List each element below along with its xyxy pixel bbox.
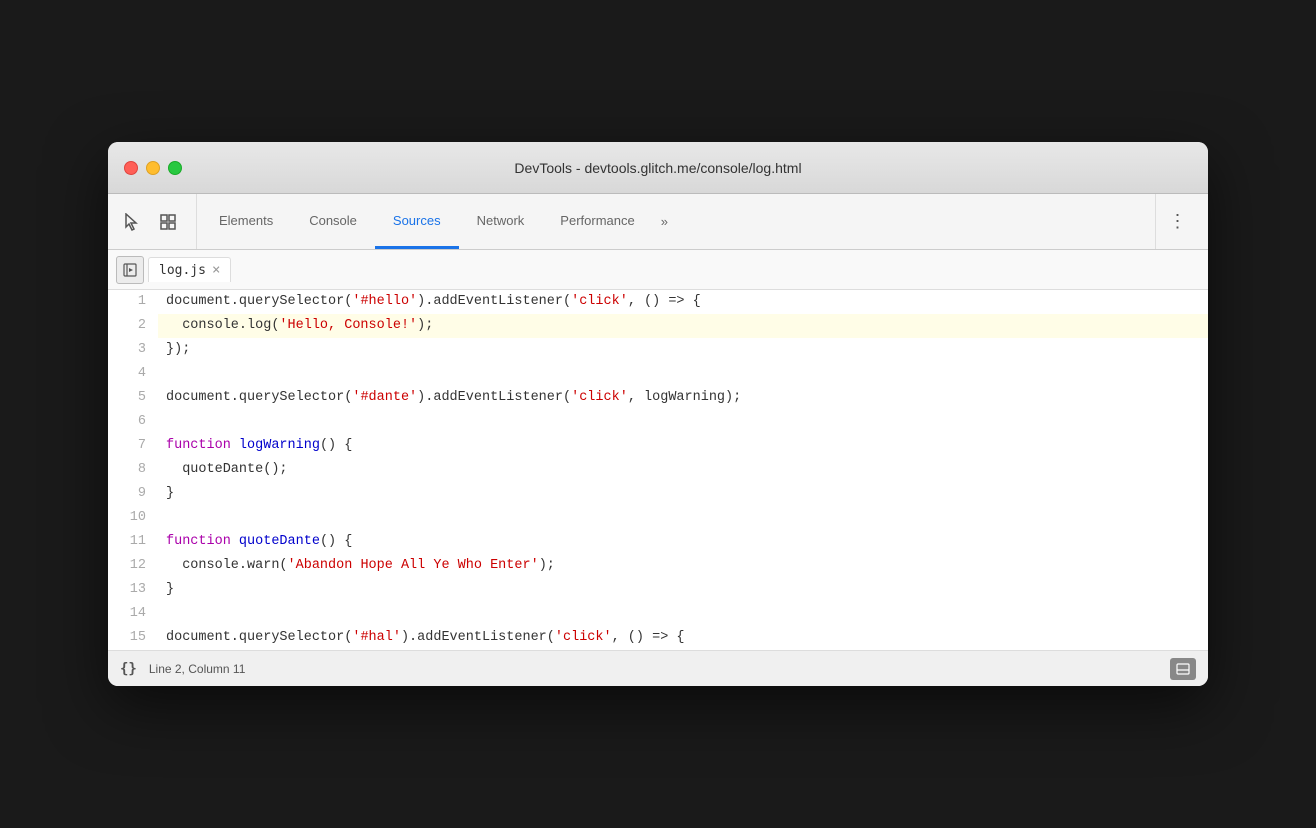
cursor-icon-button[interactable] <box>116 206 148 238</box>
code-line-15: document.querySelector('#hal').addEventL… <box>158 626 1208 650</box>
format-button[interactable]: {} <box>120 661 137 677</box>
code-line-12: console.warn('Abandon Hope All Ye Who En… <box>158 554 1208 578</box>
line-num-10: 10 <box>124 506 146 530</box>
layers-icon <box>159 213 177 231</box>
line-num-14: 14 <box>124 602 146 626</box>
tab-console[interactable]: Console <box>291 194 375 249</box>
line-num-8: 8 <box>124 458 146 482</box>
code-line-10 <box>158 506 1208 530</box>
tab-network[interactable]: Network <box>459 194 543 249</box>
line-num-15: 15 <box>124 626 146 650</box>
line-num-7: 7 <box>124 434 146 458</box>
cursor-position: Line 2, Column 11 <box>149 662 246 676</box>
code-area[interactable]: 1 2 3 4 5 6 7 8 9 10 11 12 13 14 15 do <box>108 290 1208 650</box>
line-num-3: 3 <box>124 338 146 362</box>
tab-more[interactable]: » <box>653 194 676 249</box>
code-lines: document.querySelector('#hello').addEven… <box>158 290 1208 650</box>
code-line-3: }); <box>158 338 1208 362</box>
more-options-button[interactable]: ⋮ <box>1164 208 1192 236</box>
line-num-5: 5 <box>124 386 146 410</box>
toolbar-end: ⋮ <box>1155 194 1200 249</box>
line-num-4: 4 <box>124 362 146 386</box>
code-line-7: function logWarning() { <box>158 434 1208 458</box>
minimize-button[interactable] <box>146 161 160 175</box>
tabs: Elements Console Sources Network Perform… <box>201 194 1151 249</box>
line-numbers: 1 2 3 4 5 6 7 8 9 10 11 12 13 14 15 <box>108 290 158 650</box>
status-bar: {} Line 2, Column 11 <box>108 650 1208 686</box>
sidebar-toggle-button[interactable] <box>116 256 144 284</box>
code-container: 1 2 3 4 5 6 7 8 9 10 11 12 13 14 15 do <box>108 290 1208 650</box>
drawer-toggle-icon <box>1176 663 1190 675</box>
file-tab-close-button[interactable]: × <box>212 262 220 278</box>
file-tab[interactable]: log.js × <box>148 257 231 282</box>
file-bar: log.js × <box>108 250 1208 290</box>
sidebar-toggle-icon <box>123 263 137 277</box>
code-line-11: function quoteDante() { <box>158 530 1208 554</box>
close-button[interactable] <box>124 161 138 175</box>
code-line-9: } <box>158 482 1208 506</box>
line-num-6: 6 <box>124 410 146 434</box>
code-line-1: document.querySelector('#hello').addEven… <box>158 290 1208 314</box>
code-line-8: quoteDante(); <box>158 458 1208 482</box>
code-line-2: console.log('Hello, Console!'); <box>158 314 1208 338</box>
titlebar: DevTools - devtools.glitch.me/console/lo… <box>108 142 1208 194</box>
drawer-toggle-button[interactable] <box>1170 658 1196 680</box>
tab-sources[interactable]: Sources <box>375 194 459 249</box>
cursor-icon <box>123 213 141 231</box>
code-line-5: document.querySelector('#dante').addEven… <box>158 386 1208 410</box>
toolbar-icons <box>116 194 197 249</box>
line-num-2: 2 <box>124 314 146 338</box>
code-line-4 <box>158 362 1208 386</box>
window-title: DevTools - devtools.glitch.me/console/lo… <box>514 160 801 176</box>
line-num-9: 9 <box>124 482 146 506</box>
line-num-13: 13 <box>124 578 146 602</box>
status-end <box>1170 658 1196 680</box>
toolbar: Elements Console Sources Network Perform… <box>108 194 1208 250</box>
tab-elements[interactable]: Elements <box>201 194 291 249</box>
code-line-14 <box>158 602 1208 626</box>
line-num-11: 11 <box>124 530 146 554</box>
maximize-button[interactable] <box>168 161 182 175</box>
layers-icon-button[interactable] <box>152 206 184 238</box>
line-num-12: 12 <box>124 554 146 578</box>
line-num-1: 1 <box>124 290 146 314</box>
code-line-6 <box>158 410 1208 434</box>
tab-performance[interactable]: Performance <box>542 194 652 249</box>
traffic-lights <box>124 161 182 175</box>
devtools-window: DevTools - devtools.glitch.me/console/lo… <box>108 142 1208 686</box>
code-line-13: } <box>158 578 1208 602</box>
file-tab-name: log.js <box>159 263 206 278</box>
